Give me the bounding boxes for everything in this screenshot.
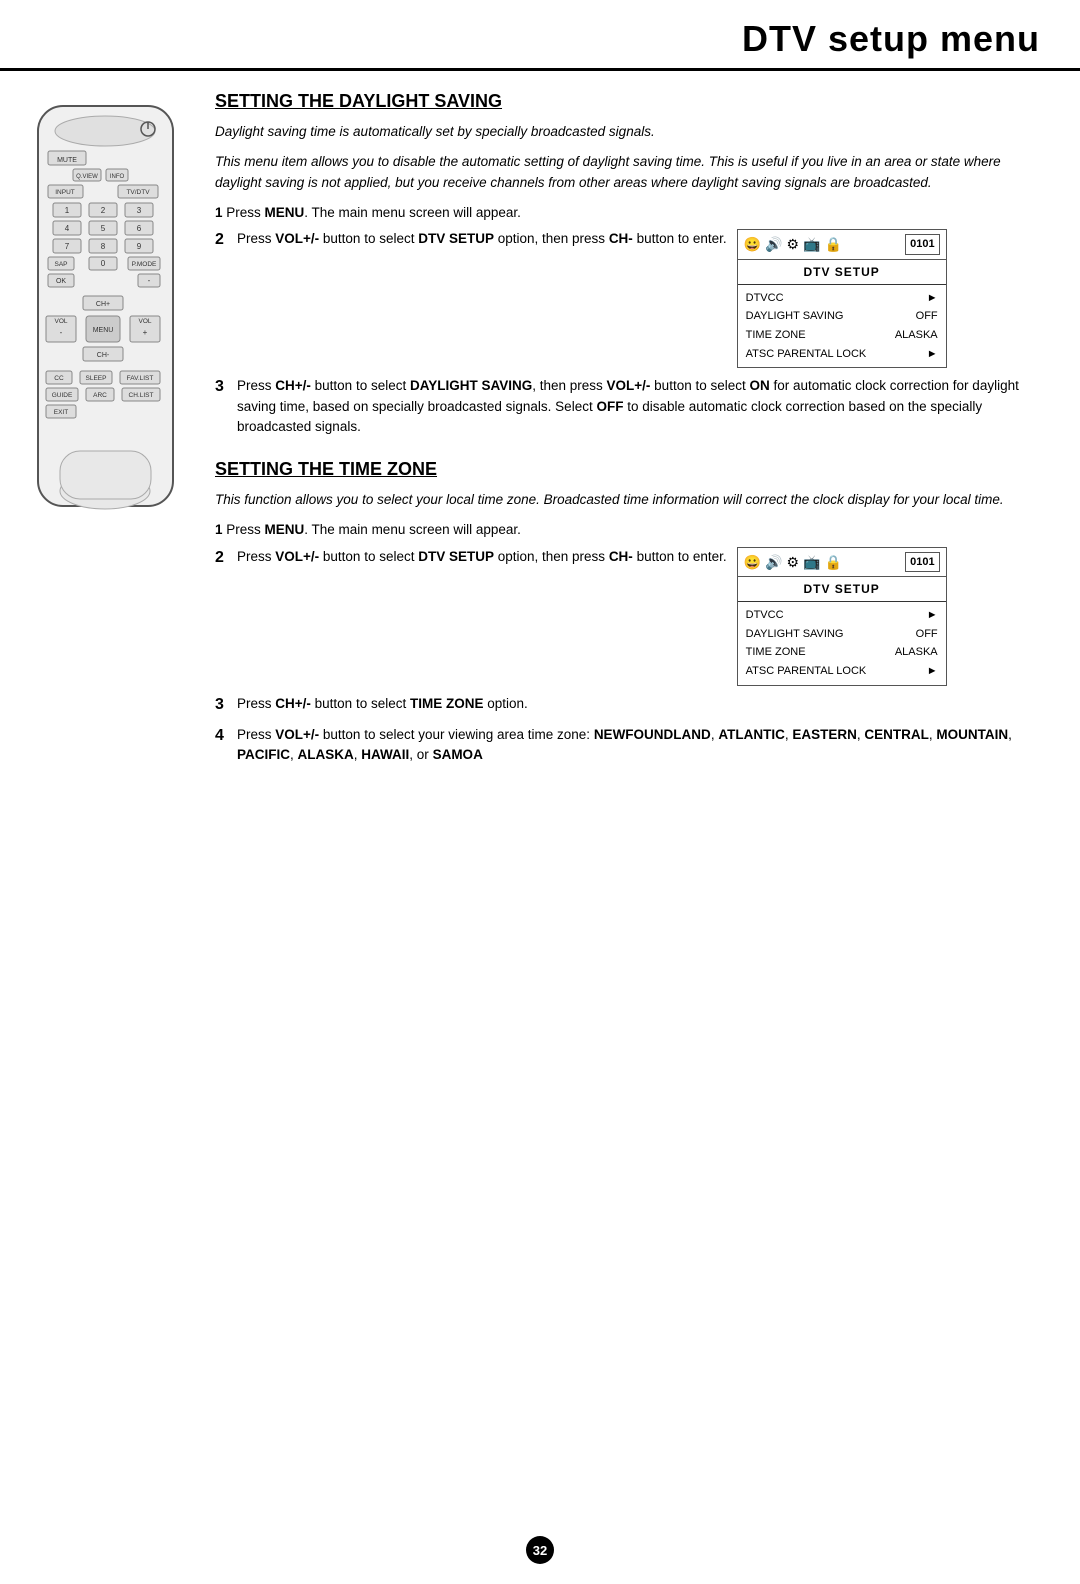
svg-text:P.MODE: P.MODE bbox=[131, 261, 156, 268]
lock-icon-2: 🔒 bbox=[825, 555, 842, 569]
svg-text:4: 4 bbox=[64, 224, 69, 233]
svg-text:MENU: MENU bbox=[92, 327, 113, 334]
svg-text:INFO: INFO bbox=[109, 174, 124, 180]
tv-channel-display-1: 0101 bbox=[905, 234, 939, 255]
step2-menu-box: 😀 🔊 ⚙ 📺 🔒 0101 bbox=[737, 229, 947, 368]
svg-text:VOL: VOL bbox=[138, 318, 151, 325]
section2-step4: 4 Press VOL+/- button to select your vie… bbox=[215, 725, 1050, 766]
step2-body: Press VOL+/- button to select DTV SETUP … bbox=[237, 229, 947, 368]
tv-menu-row-daylight-2: DAYLIGHT SAVING OFF bbox=[746, 625, 938, 644]
svg-text:SLEEP: SLEEP bbox=[85, 375, 106, 382]
section1-desc2: This menu item allows you to disable the… bbox=[215, 152, 1050, 193]
step4-num: 4 bbox=[215, 724, 231, 766]
tv-menu-title-1: DTV SETUP bbox=[738, 260, 946, 285]
section2-step1: 1 Press MENU. The main menu screen will … bbox=[215, 520, 1050, 540]
svg-text:9: 9 bbox=[136, 242, 141, 251]
step2b-menu-box: 😀 🔊 ⚙ 📺 🔒 0101 DTV SETUP bbox=[737, 547, 947, 686]
tv-menu-box-1: 😀 🔊 ⚙ 📺 🔒 0101 bbox=[737, 229, 947, 368]
svg-text:6: 6 bbox=[136, 224, 141, 233]
page-header: DTV setup menu bbox=[0, 0, 1080, 71]
tv-menu-topbar-1: 😀 🔊 ⚙ 📺 🔒 0101 bbox=[738, 230, 946, 260]
svg-text:ARC: ARC bbox=[93, 392, 107, 399]
tv-menu-icons-1: 😀 🔊 ⚙ 📺 🔒 bbox=[744, 237, 842, 251]
svg-text:FAV.LIST: FAV.LIST bbox=[126, 375, 153, 382]
svg-text:EXIT: EXIT bbox=[53, 409, 67, 416]
remote-control: MUTE Q.VIEW INFO INPUT TV/DTV 1 2 bbox=[28, 101, 188, 586]
tv-menu-rows-2: DTVCC ► DAYLIGHT SAVING OFF TIME ZONE AL… bbox=[738, 602, 946, 685]
svg-text:-: - bbox=[59, 328, 62, 337]
step2-num: 2 bbox=[215, 228, 231, 368]
section1-heading: SETTING THE DAYLIGHT SAVING bbox=[215, 91, 1050, 112]
svg-text:VOL: VOL bbox=[54, 318, 67, 325]
tv-menu-title-2: DTV SETUP bbox=[738, 577, 946, 602]
step2b-num: 2 bbox=[215, 546, 231, 686]
tv-menu-row-timezone-2: TIME ZONE ALASKA bbox=[746, 643, 938, 662]
tv-menu-row-dtvcc-1: DTVCC ► bbox=[746, 289, 938, 308]
tv-icon-2: 📺 bbox=[803, 555, 820, 569]
svg-text:8: 8 bbox=[100, 242, 105, 251]
section-time-zone: SETTING THE TIME ZONE This function allo… bbox=[215, 459, 1050, 765]
section2-step3: 3 Press CH+/- button to select TIME ZONE… bbox=[215, 694, 1050, 717]
settings-icon-2: ⚙ bbox=[787, 555, 800, 569]
section1-step2: 2 Press VOL+/- button to select DTV SETU… bbox=[215, 229, 1050, 368]
tv-menu-row-parental-2: ATSC PARENTAL LOCK ► bbox=[746, 662, 938, 681]
svg-text:2: 2 bbox=[100, 206, 105, 215]
svg-text:INPUT: INPUT bbox=[55, 189, 75, 196]
section2-step2: 2 Press VOL+/- button to select DTV SETU… bbox=[215, 547, 1050, 686]
section2-desc1: This function allows you to select your … bbox=[215, 490, 1050, 510]
svg-text:5: 5 bbox=[100, 224, 105, 233]
tv-menu-row-timezone-1: TIME ZONE ALASKA bbox=[746, 326, 938, 345]
tv-menu-row-daylight-1: DAYLIGHT SAVING OFF bbox=[746, 307, 938, 326]
svg-text:-: - bbox=[147, 276, 150, 285]
section1-step3: 3 Press CH+/- button to select DAYLIGHT … bbox=[215, 376, 1050, 437]
step3-body: Press CH+/- button to select DAYLIGHT SA… bbox=[237, 376, 1050, 437]
lock-icon: 🔒 bbox=[825, 237, 842, 251]
svg-text:CH.LIST: CH.LIST bbox=[128, 392, 153, 399]
svg-text:SAP: SAP bbox=[54, 261, 67, 268]
svg-text:0: 0 bbox=[100, 259, 105, 268]
svg-text:Q.VIEW: Q.VIEW bbox=[76, 174, 98, 180]
remote-control-column: MUTE Q.VIEW INFO INPUT TV/DTV 1 2 bbox=[20, 91, 195, 765]
page-circle: 32 bbox=[526, 1536, 554, 1564]
tv-menu-box-2: 😀 🔊 ⚙ 📺 🔒 0101 DTV SETUP bbox=[737, 547, 947, 686]
step2-text: Press VOL+/- button to select DTV SETUP … bbox=[237, 229, 727, 249]
step3b-num: 3 bbox=[215, 693, 231, 717]
step2b-body: Press VOL+/- button to select DTV SETUP … bbox=[237, 547, 947, 686]
section1-desc1: Daylight saving time is automatically se… bbox=[215, 122, 1050, 142]
tv-channel-display-2: 0101 bbox=[905, 552, 939, 573]
tv-menu-row-dtvcc-2: DTVCC ► bbox=[746, 606, 938, 625]
content-column: SETTING THE DAYLIGHT SAVING Daylight sav… bbox=[205, 91, 1050, 765]
section-daylight-saving: SETTING THE DAYLIGHT SAVING Daylight sav… bbox=[215, 91, 1050, 437]
tv-menu-row-parental-1: ATSC PARENTAL LOCK ► bbox=[746, 345, 938, 364]
svg-text:CH-: CH- bbox=[96, 352, 109, 359]
step2b-text: Press VOL+/- button to select DTV SETUP … bbox=[237, 547, 727, 567]
svg-text:OK: OK bbox=[55, 278, 65, 285]
page-number: 32 bbox=[526, 1536, 554, 1564]
face-icon-2: 😀 bbox=[744, 555, 761, 569]
section2-heading: SETTING THE TIME ZONE bbox=[215, 459, 1050, 480]
svg-text:MUTE: MUTE bbox=[57, 157, 77, 164]
speaker-icon-2: 🔊 bbox=[765, 555, 782, 569]
svg-text:+: + bbox=[142, 328, 147, 337]
svg-text:3: 3 bbox=[136, 206, 141, 215]
step3b-body: Press CH+/- button to select TIME ZONE o… bbox=[237, 694, 1050, 717]
tv-icon: 📺 bbox=[803, 237, 820, 251]
face-icon: 😀 bbox=[744, 237, 761, 251]
svg-text:CC: CC bbox=[54, 375, 64, 382]
section1-step1: 1 Press MENU. The main menu screen will … bbox=[215, 203, 1050, 223]
tv-menu-topbar-2: 😀 🔊 ⚙ 📺 🔒 0101 bbox=[738, 548, 946, 578]
svg-text:1: 1 bbox=[64, 206, 69, 215]
step4-body: Press VOL+/- button to select your viewi… bbox=[237, 725, 1050, 766]
tv-menu-icons-2: 😀 🔊 ⚙ 📺 🔒 bbox=[744, 555, 842, 569]
svg-text:7: 7 bbox=[64, 242, 69, 251]
svg-text:GUIDE: GUIDE bbox=[51, 392, 72, 399]
speaker-icon: 🔊 bbox=[765, 237, 782, 251]
svg-text:CH+: CH+ bbox=[95, 301, 109, 308]
svg-text:TV/DTV: TV/DTV bbox=[126, 189, 150, 196]
step3-num: 3 bbox=[215, 375, 231, 437]
page-title: DTV setup menu bbox=[40, 18, 1040, 60]
settings-icon: ⚙ bbox=[787, 237, 800, 251]
remote-svg: MUTE Q.VIEW INFO INPUT TV/DTV 1 2 bbox=[28, 101, 183, 581]
tv-menu-rows-1: DTVCC ► DAYLIGHT SAVING OFF TIME ZONE AL… bbox=[738, 285, 946, 368]
